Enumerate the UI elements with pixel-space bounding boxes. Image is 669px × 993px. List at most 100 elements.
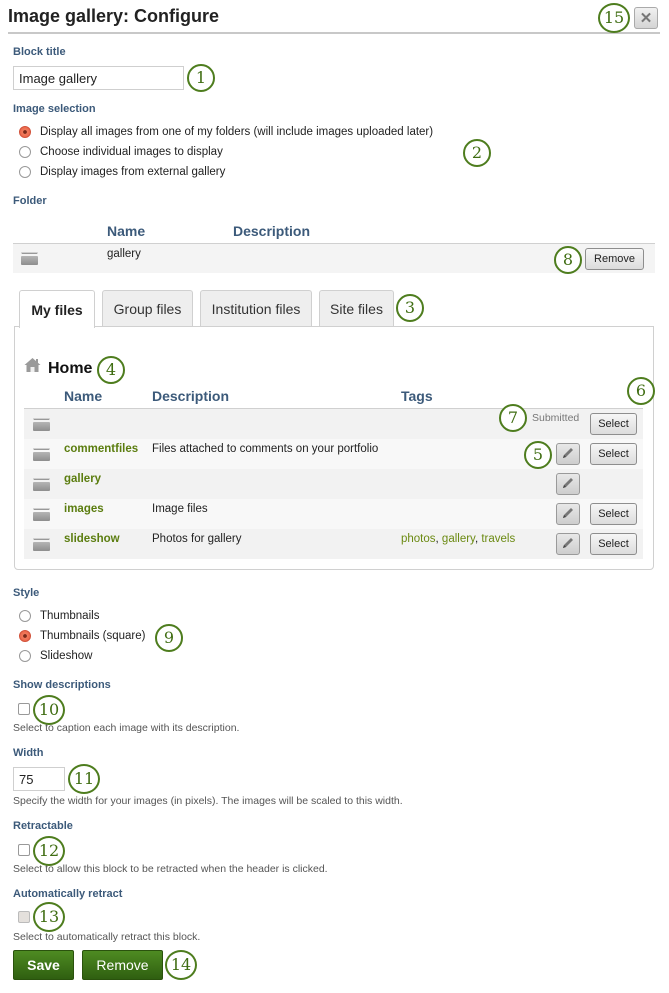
row-tags: photos, gallery, travels — [401, 533, 516, 545]
radio-label: Choose individual images to display — [40, 146, 223, 158]
edit-button[interactable] — [556, 533, 580, 555]
width-input[interactable] — [13, 767, 65, 791]
callout-11: 11 — [68, 764, 100, 794]
title-divider — [8, 32, 660, 34]
folder-link-images[interactable]: images — [64, 503, 104, 515]
remove-folder-button[interactable]: Remove — [585, 248, 644, 270]
width-label: Width — [13, 747, 44, 759]
tab-site-files[interactable]: Site files — [319, 290, 394, 327]
callout-5: 5 — [524, 441, 552, 469]
close-x-icon: ✕ — [639, 10, 653, 27]
retractable-checkbox[interactable] — [18, 844, 30, 856]
page-title: Image gallery: Configure — [8, 6, 220, 26]
folder-col-name: Name — [107, 223, 146, 239]
folder-link-gallery[interactable]: gallery — [64, 473, 101, 485]
retractable-label: Retractable — [13, 820, 73, 832]
edit-button[interactable] — [556, 503, 580, 525]
folder-icon — [21, 252, 38, 265]
pencil-icon — [561, 506, 575, 523]
select-button[interactable]: Select — [590, 533, 637, 555]
style-label: Style — [13, 587, 40, 599]
retractable-hint: Select to allow this block to be retract… — [13, 863, 328, 875]
browser-col-tags: Tags — [401, 388, 433, 404]
block-title-input[interactable] — [13, 66, 184, 90]
radio-thumbnails[interactable]: Thumbnails — [19, 610, 99, 622]
select-button[interactable]: Select — [590, 413, 637, 435]
folder-icon — [33, 508, 50, 521]
radio-button-selected[interactable] — [19, 630, 31, 642]
show-descriptions-hint: Select to caption each image with its de… — [13, 722, 240, 734]
browser-col-name: Name — [64, 388, 103, 404]
callout-8: 8 — [554, 246, 582, 274]
callout-6: 6 — [627, 377, 655, 405]
pencil-icon — [561, 536, 575, 553]
radio-button[interactable] — [19, 166, 31, 178]
tab-group-files[interactable]: Group files — [102, 290, 193, 327]
folder-icon — [33, 538, 50, 551]
callout-15: 15 — [598, 3, 630, 33]
close-button[interactable]: ✕ — [634, 7, 658, 29]
folder-label: Folder — [13, 195, 47, 207]
radio-button[interactable] — [19, 146, 31, 158]
auto-retract-hint: Select to automatically retract this blo… — [13, 931, 201, 943]
image-selection-label: Image selection — [13, 103, 96, 115]
radio-button-selected[interactable] — [19, 126, 31, 138]
width-hint: Specify the width for your images (in pi… — [13, 795, 403, 807]
tab-my-files[interactable]: My files — [19, 290, 95, 328]
folder-link-commentfiles[interactable]: commentfiles — [64, 443, 138, 455]
block-title-label: Block title — [13, 46, 66, 58]
table-row — [24, 469, 643, 499]
radio-label: Thumbnails (square) — [40, 630, 146, 642]
folder-icon — [33, 418, 50, 431]
show-descriptions-label: Show descriptions — [13, 679, 111, 691]
edit-button[interactable] — [556, 443, 580, 465]
callout-3: 3 — [396, 294, 424, 322]
radio-thumbnails-square[interactable]: Thumbnails (square) — [19, 630, 145, 642]
radio-button[interactable] — [19, 610, 31, 622]
callout-9: 9 — [155, 624, 183, 652]
edit-button[interactable] — [556, 473, 580, 495]
radio-label: Display all images from one of my folder… — [40, 126, 434, 138]
table-row — [24, 499, 643, 529]
radio-slideshow[interactable]: Slideshow — [19, 650, 92, 662]
radio-label: Slideshow — [40, 650, 93, 662]
show-descriptions-checkbox[interactable] — [18, 703, 30, 715]
tag-link-travels[interactable]: travels — [481, 533, 515, 545]
pencil-icon — [561, 446, 575, 463]
callout-13: 13 — [33, 902, 65, 932]
callout-12: 12 — [33, 836, 65, 866]
folder-col-description: Description — [233, 223, 311, 239]
folder-link-slideshow[interactable]: slideshow — [64, 533, 120, 545]
save-button[interactable]: Save — [13, 950, 74, 980]
callout-14: 14 — [165, 950, 197, 980]
row-description: Image files — [152, 503, 208, 515]
home-icon — [24, 357, 41, 373]
tag-link-photos[interactable]: photos — [401, 533, 436, 545]
folder-icon — [33, 478, 50, 491]
folder-icon — [33, 448, 50, 461]
callout-4: 4 — [97, 356, 125, 384]
breadcrumb-home[interactable]: Home — [48, 360, 92, 378]
radio-external-gallery[interactable]: Display images from external gallery — [19, 166, 225, 178]
select-button[interactable]: Select — [590, 443, 637, 465]
radio-button[interactable] — [19, 650, 31, 662]
row-description: Photos for gallery — [152, 533, 242, 545]
pencil-icon — [561, 476, 575, 493]
folder-name: gallery — [107, 248, 141, 260]
submitted-status: Submitted — [532, 412, 580, 424]
radio-display-folder[interactable]: Display all images from one of my folder… — [19, 126, 433, 138]
callout-1: 1 — [187, 64, 215, 92]
auto-retract-checkbox[interactable] — [18, 911, 30, 923]
tab-institution-files[interactable]: Institution files — [200, 290, 312, 327]
radio-label: Thumbnails — [40, 610, 100, 622]
browser-col-description: Description — [152, 388, 230, 404]
remove-block-button[interactable]: Remove — [82, 950, 163, 980]
auto-retract-label: Automatically retract — [13, 888, 123, 900]
tag-link-gallery[interactable]: gallery — [442, 533, 475, 545]
radio-choose-individual[interactable]: Choose individual images to display — [19, 146, 223, 158]
row-description: Files attached to comments on your portf… — [152, 443, 379, 455]
callout-2: 2 — [463, 139, 491, 167]
radio-label: Display images from external gallery — [40, 166, 226, 178]
callout-10: 10 — [33, 695, 65, 725]
select-button[interactable]: Select — [590, 503, 637, 525]
